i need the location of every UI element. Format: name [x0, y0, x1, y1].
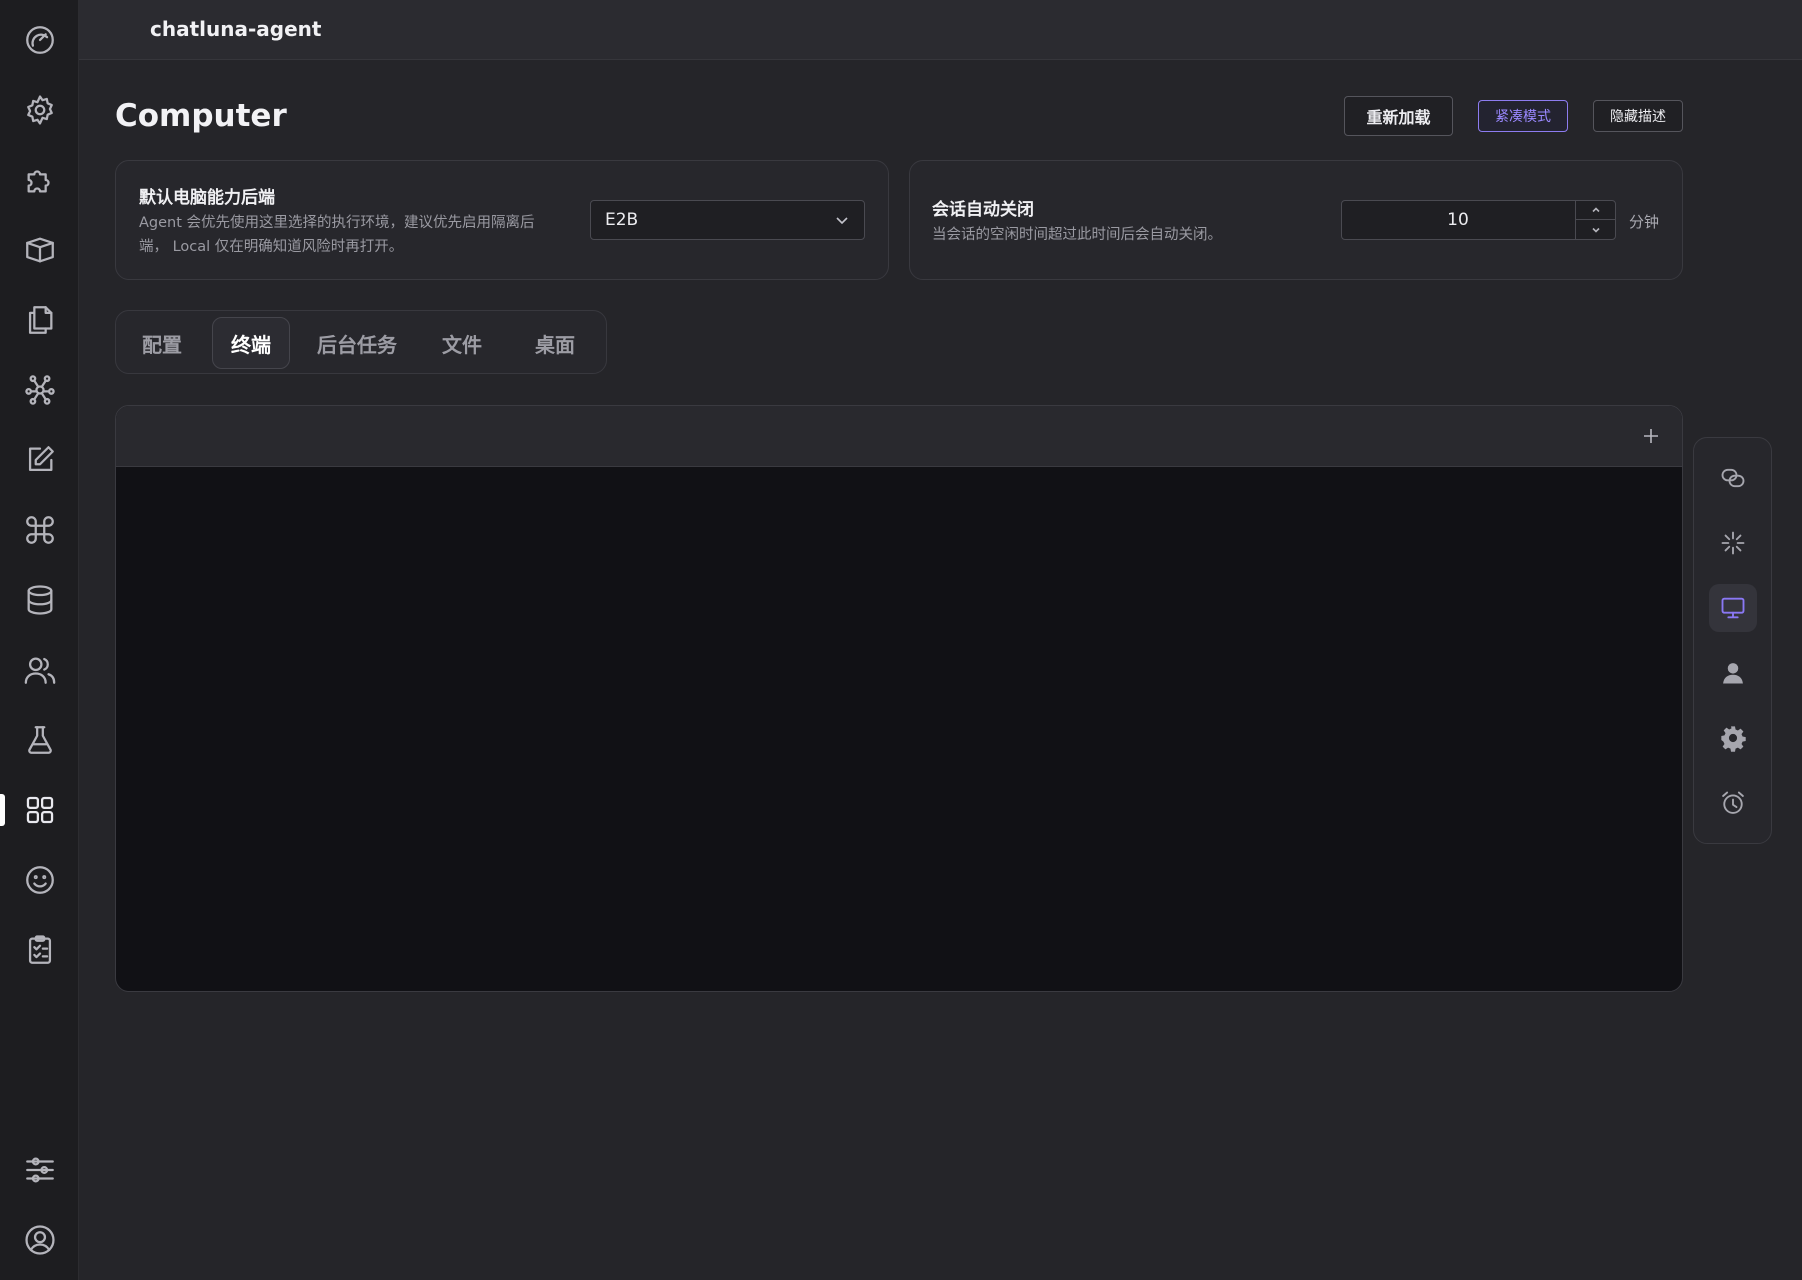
edit-note-icon: [28, 446, 54, 472]
sidebar-item-network[interactable]: [0, 360, 79, 420]
command-key-icon: [25, 516, 54, 544]
clipboard-checklist-icon: [28, 935, 51, 964]
toolbar-schedule-button[interactable]: [1709, 779, 1757, 827]
sidebar-item-preferences[interactable]: [0, 1140, 79, 1200]
network-graph-icon: [24, 375, 55, 405]
sidebar-item-apps[interactable]: [0, 780, 79, 840]
page-title: Computer: [115, 98, 287, 134]
reload-button[interactable]: 重新加载: [1344, 96, 1453, 136]
new-terminal-button[interactable]: [1640, 425, 1662, 447]
user-account-icon: [24, 1225, 55, 1255]
toolbar-person-button[interactable]: [1709, 649, 1757, 697]
toolbar-settings-button[interactable]: [1709, 714, 1757, 762]
hide-description-button[interactable]: 隐藏描述: [1593, 100, 1683, 132]
database-icon: [27, 585, 52, 615]
sidebar-item-lab[interactable]: [0, 710, 79, 770]
backend-select[interactable]: E2B: [590, 200, 865, 240]
auto-close-stepper[interactable]: 10: [1341, 200, 1616, 240]
monitor-icon: [1721, 597, 1745, 619]
sidebar-item-account[interactable]: [0, 1210, 79, 1270]
computer-tabs: 配置 终端 后台任务 文件 桌面: [115, 310, 607, 374]
sidebar-item-users[interactable]: [0, 640, 79, 700]
tab-files[interactable]: 文件: [424, 317, 500, 369]
link-chain-icon: [1721, 468, 1745, 488]
toolbar-link-button[interactable]: [1709, 454, 1757, 502]
sidebar-item-dashboard[interactable]: [0, 10, 79, 70]
sidebar-item-settings[interactable]: [0, 80, 79, 140]
toolbar-computer-button[interactable]: [1709, 584, 1757, 632]
terminal-panel: [115, 405, 1683, 992]
auto-close-setting-card: 会话自动关闭 当会话的空闲时间超过此时间后会自动关闭。 10 分钟: [909, 160, 1683, 280]
floating-toolbar: [1693, 437, 1772, 844]
backend-setting-desc-line1: Agent 会优先使用这里选择的执行环境，建议优先启用隔离后: [139, 215, 535, 231]
sparkle-burst-icon: [1721, 531, 1745, 555]
tab-terminal[interactable]: 终端: [212, 317, 290, 369]
person-icon: [1723, 663, 1743, 684]
users-icon: [24, 657, 55, 684]
sidebar-item-documents[interactable]: [0, 290, 79, 350]
backend-setting-card: 默认电脑能力后端 Agent 会优先使用这里选择的执行环境，建议优先启用隔离后 …: [115, 160, 889, 280]
auto-close-desc: 当会话的空闲时间超过此时间后会自动关闭。: [932, 227, 1222, 243]
sidebar-item-market[interactable]: [0, 220, 79, 280]
chevron-up-icon: [1591, 207, 1600, 213]
tab-desktop[interactable]: 桌面: [510, 317, 600, 369]
apps-grid-icon: [26, 796, 53, 824]
documents-copy-icon: [28, 306, 52, 334]
sidebar-item-edit[interactable]: [0, 430, 79, 490]
stepper-buttons: [1575, 201, 1615, 239]
auto-close-value[interactable]: 10: [1342, 201, 1574, 239]
compact-mode-button[interactable]: 紧凑模式: [1478, 100, 1568, 132]
stepper-increment-button[interactable]: [1576, 201, 1615, 220]
auto-close-title: 会话自动关闭: [932, 200, 1034, 220]
market-box-icon: [25, 237, 54, 263]
toolbar-sparkle-button[interactable]: [1709, 519, 1757, 567]
lab-flask-icon: [27, 726, 52, 754]
smiley-face-icon: [25, 866, 54, 894]
settings-gear-icon: [26, 95, 53, 125]
terminal-output-area[interactable]: [116, 467, 1682, 991]
tab-background-tasks[interactable]: 后台任务: [300, 317, 414, 369]
chevron-down-icon: [1591, 227, 1600, 233]
cog-icon: [1721, 726, 1746, 752]
plugins-puzzle-icon: [27, 170, 50, 193]
alarm-clock-icon: [1722, 791, 1744, 814]
backend-select-value: E2B: [605, 210, 639, 230]
sidebar-item-emoji[interactable]: [0, 850, 79, 910]
sidebar-item-commands[interactable]: [0, 500, 79, 560]
app-title: chatluna-agent: [150, 17, 322, 41]
activity-sidebar: [0, 0, 79, 1280]
auto-close-unit: 分钟: [1629, 213, 1660, 231]
dashboard-gauge-icon: [25, 26, 54, 54]
sidebar-item-tasks[interactable]: [0, 920, 79, 980]
stepper-decrement-button[interactable]: [1576, 220, 1615, 239]
tab-config[interactable]: 配置: [124, 317, 200, 369]
chevron-down-icon: [836, 217, 848, 225]
app-root: chatluna-agent Computer 重新加载 紧凑模式 隐藏描述 默…: [0, 0, 1802, 1280]
sidebar-item-plugins[interactable]: [0, 150, 79, 210]
top-header: chatluna-agent: [79, 0, 1802, 60]
backend-setting-desc-line2: 端， Local 仅在明确知道风险时再打开。: [139, 239, 404, 255]
plus-icon: [1644, 429, 1658, 443]
sliders-icon: [25, 1157, 54, 1183]
backend-setting-title: 默认电脑能力后端: [139, 188, 275, 208]
sidebar-item-database[interactable]: [0, 570, 79, 630]
terminal-tab-bar: [116, 406, 1682, 467]
